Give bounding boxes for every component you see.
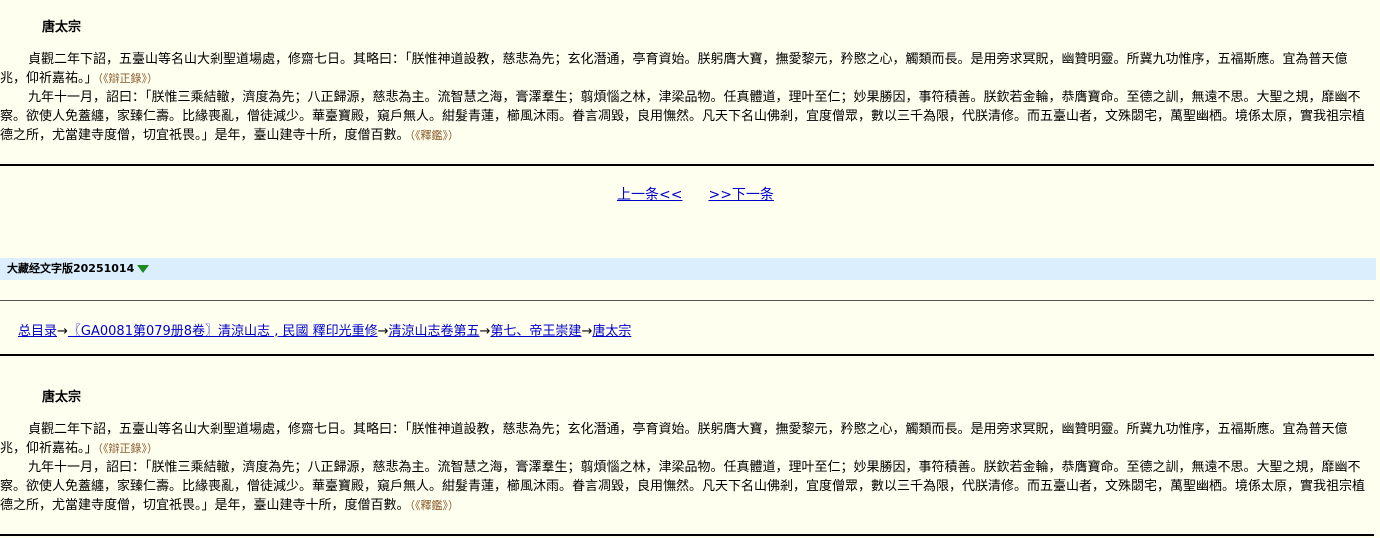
edition-label: 大藏经文字版20251014 xyxy=(7,262,135,275)
breadcrumb-volume[interactable]: 清涼山志卷第五 xyxy=(389,324,480,339)
breadcrumb-arrow: → xyxy=(581,324,593,339)
article-title: 唐太宗 xyxy=(42,20,82,35)
article-paragraph-1: 貞觀二年下詔，五臺山等名山大剎聖道場處，修齋七日。其略曰：「朕惟神道設教，慈悲為… xyxy=(0,50,1372,88)
breadcrumb: 总目录→〖GA0081第079册8卷〗清涼山志 , 民國 釋印光重修→清涼山志卷… xyxy=(18,320,631,339)
article-paragraph-2: 九年十一月，詔曰：「朕惟三乘結轍，濟度為先；八正歸源，慈悲為主。流智慧之海，膏澤… xyxy=(0,88,1372,145)
breadcrumb-arrow: → xyxy=(377,324,389,339)
source-note: （《釋鑑》） xyxy=(409,499,460,512)
paragraph-text: 貞觀二年下詔，五臺山等名山大剎聖道場處，修齋七日。其略曰：「朕惟神道設教，慈悲為… xyxy=(0,52,1348,86)
breadcrumb-arrow: → xyxy=(479,324,491,339)
pager: 上一条<< >>下一条 xyxy=(617,184,774,204)
prev-link[interactable]: 上一条<< xyxy=(617,187,682,203)
divider xyxy=(0,354,1374,356)
breadcrumb-book[interactable]: 〖GA0081第079册8卷〗清涼山志 , 民國 釋印光重修 xyxy=(68,324,378,339)
divider xyxy=(0,300,1374,301)
divider xyxy=(0,164,1374,166)
paragraph-text: 貞觀二年下詔，五臺山等名山大剎聖道場處，修齋七日。其略曰：「朕惟神道設教，慈悲為… xyxy=(0,422,1348,456)
breadcrumb-arrow: → xyxy=(57,324,68,339)
source-note: （《辯正錄》） xyxy=(97,72,159,85)
breadcrumb-root[interactable]: 总目录 xyxy=(18,324,57,339)
paragraph-text: 九年十一月，詔曰：「朕惟三乘結轍，濟度為先；八正歸源，慈悲為主。流智慧之海，膏澤… xyxy=(0,90,1366,143)
divider xyxy=(0,534,1374,536)
article-paragraph-2: 九年十一月，詔曰：「朕惟三乘結轍，濟度為先；八正歸源，慈悲為主。流智慧之海，膏澤… xyxy=(0,458,1372,515)
paragraph-text: 九年十一月，詔曰：「朕惟三乘結轍，濟度為先；八正歸源，慈悲為主。流智慧之海，膏澤… xyxy=(0,460,1366,513)
triangle-down-icon[interactable] xyxy=(137,265,150,273)
source-note: （《釋鑑》） xyxy=(409,129,460,142)
breadcrumb-chapter[interactable]: 第七、帝王崇建 xyxy=(490,324,581,339)
next-link[interactable]: >>下一条 xyxy=(708,187,773,203)
article-paragraph-1: 貞觀二年下詔，五臺山等名山大剎聖道場處，修齋七日。其略曰：「朕惟神道設教，慈悲為… xyxy=(0,420,1372,458)
edition-bar[interactable]: 大藏经文字版20251014 xyxy=(0,258,1376,280)
breadcrumb-item[interactable]: 唐太宗 xyxy=(592,324,631,339)
source-note: （《辯正錄》） xyxy=(97,442,159,455)
article-title: 唐太宗 xyxy=(42,390,82,405)
